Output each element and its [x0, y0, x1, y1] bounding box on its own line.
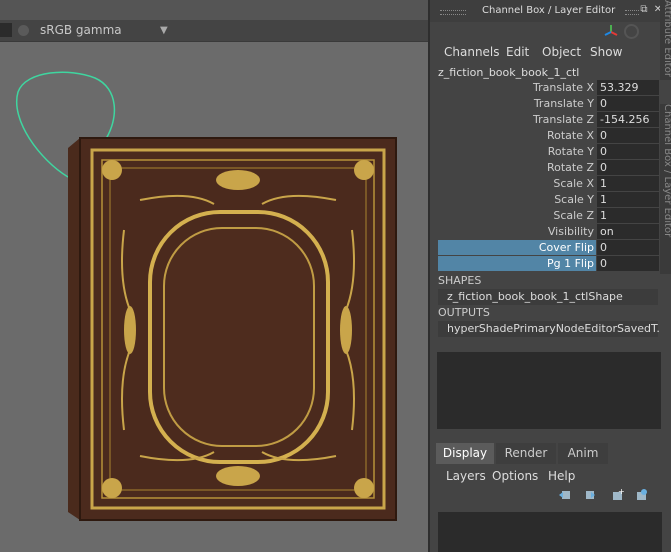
attr-row-rotate-y[interactable]: Rotate Y0: [430, 144, 660, 160]
layer-icons-row: +: [558, 488, 658, 504]
tab-render[interactable]: Render: [496, 443, 556, 464]
channel-box-empty-area: [437, 352, 661, 429]
attribute-list: Translate X 53.329 Translate Y0 Translate…: [430, 80, 660, 272]
attr-row-cover-flip[interactable]: Cover Flip 0: [430, 240, 660, 256]
attr-label: Visibility: [547, 225, 594, 238]
menu-object[interactable]: Object: [542, 45, 581, 59]
attr-row-translate-y[interactable]: Translate Y0: [430, 96, 660, 112]
attr-value[interactable]: 0: [597, 240, 659, 255]
attr-row-translate-x[interactable]: Translate X 53.329: [430, 80, 660, 96]
node-name[interactable]: z_fiction_book_book_1_ctl: [438, 66, 579, 79]
attr-value[interactable]: 1: [597, 208, 659, 223]
attr-label: Scale Y: [554, 193, 594, 206]
attr-row-rotate-x[interactable]: Rotate X0: [430, 128, 660, 144]
attr-row-pg1-flip[interactable]: Pg 1 Flip 0: [430, 256, 660, 272]
book-render: [15, 71, 397, 521]
attr-value[interactable]: 0: [597, 144, 659, 159]
attr-value[interactable]: on: [597, 224, 659, 239]
attr-row-translate-z[interactable]: Translate Z -154.256: [430, 112, 660, 128]
tab-display[interactable]: Display: [436, 443, 494, 464]
attr-label: Scale X: [553, 177, 594, 190]
outputs-item[interactable]: hyperShadePrimaryNodeEditorSavedT...: [438, 321, 659, 337]
attr-row-scale-y[interactable]: Scale Y1: [430, 192, 660, 208]
viewport-3d[interactable]: sRGB gamma ▼: [0, 0, 428, 552]
attr-value[interactable]: 0: [597, 128, 659, 143]
book-spine: [68, 138, 80, 520]
attr-value[interactable]: -154.256: [597, 112, 659, 127]
shapes-item[interactable]: z_fiction_book_book_1_ctlShape: [438, 289, 658, 305]
panel-icons-row: [600, 22, 660, 40]
menu-options[interactable]: Options: [492, 469, 538, 483]
tab-anim[interactable]: Anim: [558, 443, 608, 464]
new-layer-icon[interactable]: +: [610, 488, 624, 502]
svg-text:+: +: [618, 488, 624, 496]
attr-value[interactable]: 0: [597, 160, 659, 175]
attr-label: Translate Z: [533, 113, 594, 126]
attr-label: Rotate Z: [546, 161, 594, 174]
attr-label: Rotate X: [546, 129, 594, 142]
attr-label: Translate Y: [533, 97, 594, 110]
outputs-header: OUTPUTS: [438, 306, 490, 319]
side-tab-attribute-editor[interactable]: Attribute Editor: [660, 0, 671, 80]
attr-label: Pg 1 Flip: [546, 257, 594, 270]
drag-grip-icon[interactable]: [440, 10, 466, 15]
drag-grip-icon-2[interactable]: [625, 10, 639, 15]
layer-menu-bar: Layers Options Help: [436, 466, 662, 486]
channel-menu-bar: Channels Edit Object Show: [430, 42, 660, 62]
attr-value[interactable]: 0: [597, 96, 659, 111]
layer-list[interactable]: [438, 512, 662, 552]
side-tab-attribute-editor-label: Attribute Editor: [662, 0, 671, 77]
oval-frame-inner: [163, 227, 315, 447]
new-layer-selected-icon[interactable]: [634, 488, 648, 502]
move-layer-up-icon[interactable]: [558, 488, 572, 502]
menu-layers[interactable]: Layers: [446, 469, 486, 483]
menu-show[interactable]: Show: [590, 45, 622, 59]
attr-row-scale-z[interactable]: Scale Z1: [430, 208, 660, 224]
panel-title: Channel Box / Layer Editor: [482, 5, 616, 16]
attr-value[interactable]: 1: [597, 192, 659, 207]
attr-label: Cover Flip: [538, 241, 594, 254]
toggle-circle-icon[interactable]: [624, 24, 639, 39]
menu-edit[interactable]: Edit: [506, 45, 529, 59]
attr-row-rotate-z[interactable]: Rotate Z0: [430, 160, 660, 176]
outputs-item-label: hyperShadePrimaryNodeEditorSavedT...: [447, 322, 659, 335]
axis-icon[interactable]: [604, 24, 618, 38]
attr-label: Rotate Y: [547, 145, 594, 158]
shapes-item-label: z_fiction_book_book_1_ctlShape: [447, 290, 623, 303]
menu-channels[interactable]: Channels: [444, 45, 500, 59]
side-tab-channel-box[interactable]: Channel Box / Layer Editor: [660, 104, 671, 274]
attr-value[interactable]: 0: [597, 256, 659, 271]
attr-value[interactable]: 53.329: [597, 80, 659, 95]
attr-label: Scale Z: [553, 209, 594, 222]
float-panel-icon[interactable]: ⧉: [638, 4, 650, 16]
panel-titlebar[interactable]: Channel Box / Layer Editor ⧉ ✕: [430, 0, 671, 22]
attr-row-scale-x[interactable]: Scale X1: [430, 176, 660, 192]
attr-label: Translate X: [533, 81, 594, 94]
layer-editor-tabs: Display Render Anim: [436, 443, 662, 465]
side-tab-channel-box-label: Channel Box / Layer Editor: [662, 104, 671, 238]
attr-row-visibility[interactable]: Visibility on: [430, 224, 660, 240]
move-layer-down-icon[interactable]: [582, 488, 596, 502]
channel-box-panel: Channel Box / Layer Editor ⧉ ✕ Attribute…: [428, 0, 671, 552]
shapes-header: SHAPES: [438, 274, 482, 287]
menu-help[interactable]: Help: [548, 469, 575, 483]
attr-value[interactable]: 1: [597, 176, 659, 191]
